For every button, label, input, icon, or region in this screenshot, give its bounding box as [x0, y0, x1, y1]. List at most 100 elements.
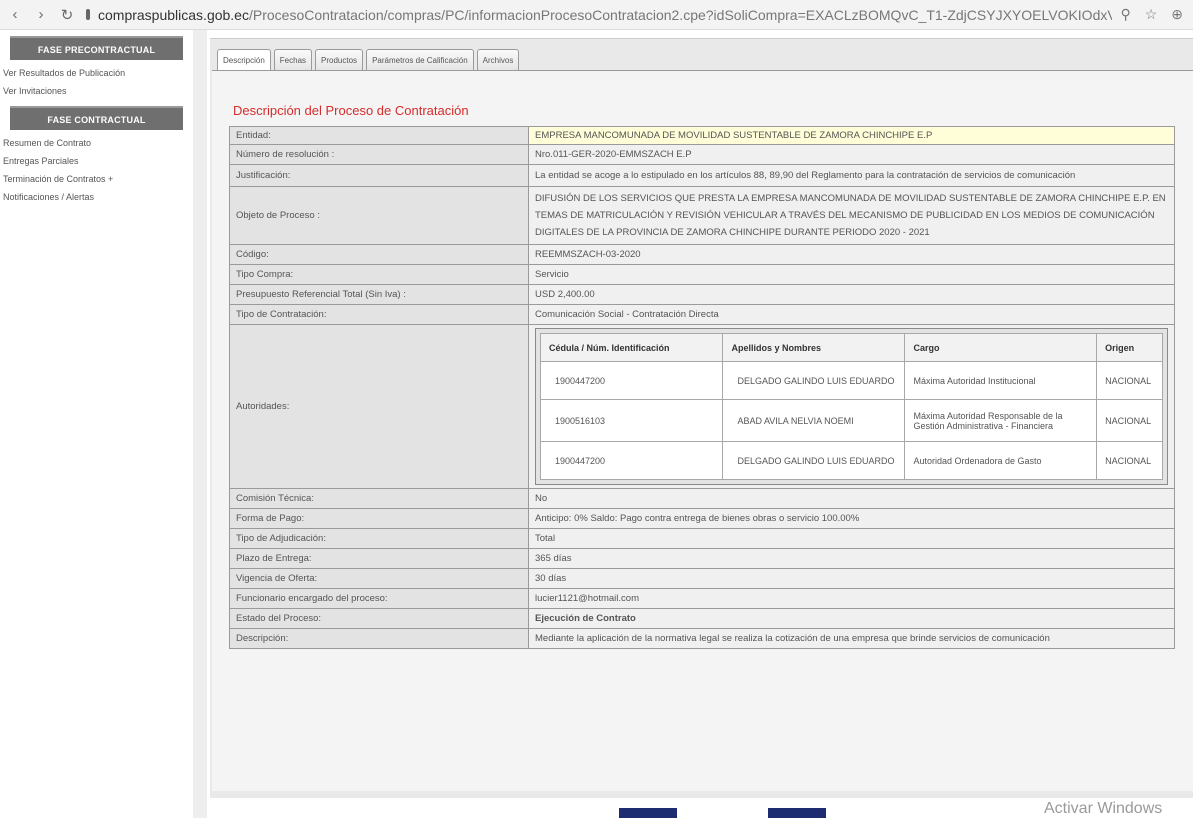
detail-row: Plazo de Entrega: 365 días: [229, 548, 1175, 569]
row-value: USD 2,400.00: [528, 284, 1175, 305]
row-label: Presupuesto Referencial Total (Sin Iva) …: [229, 284, 529, 305]
row-value: Nro.011-GER-2020-EMMSZACH E.P: [528, 144, 1175, 165]
detail-row: Tipo de Adjudicación: Total: [229, 528, 1175, 549]
row-value: Comunicación Social - Contratación Direc…: [528, 304, 1175, 325]
row-label: Vigencia de Oferta:: [229, 568, 529, 589]
row-value: Total: [528, 528, 1175, 549]
windows-activation-watermark: Activar Windows: [1044, 800, 1163, 817]
row-label: Forma de Pago:: [229, 508, 529, 529]
tab-2[interactable]: Productos: [315, 49, 364, 71]
row-label: Autoridades:: [229, 324, 529, 489]
row-label: Descripción:: [229, 628, 529, 649]
sidebar-divider: [193, 30, 207, 818]
row-value: Anticipo: 0% Saldo: Pago contra entrega …: [528, 508, 1175, 529]
authorities-table: Cédula / Núm. Identificación Apellidos y …: [539, 333, 1163, 480]
detail-row: Funcionario encargado del proceso: lucier…: [229, 588, 1175, 609]
authorities-header-row: Cédula / Núm. Identificación Apellidos y …: [539, 333, 1163, 362]
row-label: Código:: [229, 244, 529, 265]
detail-row: Número de resolución : Nro.011-GER-2020-E…: [229, 144, 1175, 165]
row-label: Entidad:: [229, 126, 529, 145]
row-label: Tipo Compra:: [229, 264, 529, 285]
authorities-cell: Cédula / Núm. Identificación Apellidos y …: [528, 324, 1175, 489]
nav-button-next[interactable]: [768, 808, 826, 818]
authority-cell: NACIONAL: [1096, 399, 1163, 442]
detail-row: Tipo Compra: Servicio: [229, 264, 1175, 285]
sidebar-link[interactable]: Resumen de Contrato: [0, 134, 193, 152]
authorities-header: Origen: [1096, 333, 1163, 362]
detail-row: Justificación: La entidad se acoge a lo e…: [229, 164, 1175, 187]
row-label: Número de resolución :: [229, 144, 529, 165]
sidebar-link[interactable]: Entregas Parciales: [0, 152, 193, 170]
tab-1[interactable]: Fechas: [273, 49, 313, 71]
section-title: Descripción del Proceso de Contratación: [233, 103, 469, 118]
detail-row: Entidad: EMPRESA MANCOMUNADA DE MOVILIDAD…: [229, 126, 1175, 145]
forward-button[interactable]: ›: [30, 4, 52, 26]
tab-3[interactable]: Parámetros de Calificación: [366, 49, 474, 71]
authority-cell: NACIONAL: [1096, 361, 1163, 400]
tab-divider: [212, 70, 1193, 71]
row-label: Estado del Proceso:: [229, 608, 529, 629]
detail-row: Estado del Proceso: Ejecución de Contrato: [229, 608, 1175, 629]
sidebar-section-header: FASE CONTRACTUAL: [10, 106, 183, 130]
row-value: La entidad se acoge a lo estipulado en l…: [528, 164, 1175, 187]
tab-0[interactable]: Descripción: [217, 49, 271, 71]
sidebar: FASE PRECONTRACTUAL Ver Resultados de Pub…: [0, 30, 193, 818]
url-path: /ProcesoContratacion/compras/PC/informac…: [248, 6, 1113, 23]
reload-button[interactable]: ↻: [56, 4, 78, 26]
row-value: DIFUSIÓN DE LOS SERVICIOS QUE PRESTA LA …: [528, 186, 1175, 245]
browser-toolbar: ‹ › ↻ compraspublicas.gob.ec /ProcesoCon…: [0, 0, 1193, 30]
authority-row: 1900447200 DELGADO GALINDO LUIS EDUARDO Má…: [539, 361, 1163, 400]
url-domain: compraspublicas.gob.ec: [98, 6, 249, 23]
detail-row: Tipo de Contratación: Comunicación Social…: [229, 304, 1175, 325]
authority-cell: 1900516103: [539, 399, 724, 442]
tab-bar: Descripción Fechas Productos Parámetros de …: [217, 49, 520, 71]
authority-cell: Máxima Autoridad Institucional: [904, 361, 1098, 400]
authority-cell: NACIONAL: [1096, 441, 1163, 480]
row-value: Mediante la aplicación de la normativa l…: [528, 628, 1175, 649]
row-label: Tipo de Adjudicación:: [229, 528, 529, 549]
row-label: Funcionario encargado del proceso:: [229, 588, 529, 609]
authority-cell: DELGADO GALINDO LUIS EDUARDO: [722, 361, 906, 400]
sidebar-link[interactable]: Notificaciones / Alertas: [0, 188, 193, 206]
authority-cell: DELGADO GALINDO LUIS EDUARDO: [722, 441, 906, 480]
authority-row: 1900516103 ABAD AVILA NELVIA NOEMI Máxima …: [539, 399, 1163, 442]
detail-row: Forma de Pago: Anticipo: 0% Saldo: Pago c…: [229, 508, 1175, 529]
sidebar-link[interactable]: Ver Invitaciones: [0, 82, 193, 100]
authority-cell: Autoridad Ordenadora de Gasto: [904, 441, 1098, 480]
authority-row: 1900447200 DELGADO GALINDO LUIS EDUARDO Au…: [539, 441, 1163, 480]
row-value: No: [528, 488, 1175, 509]
detail-row: Presupuesto Referencial Total (Sin Iva) …: [229, 284, 1175, 305]
row-value: 365 días: [528, 548, 1175, 569]
lock-icon: [86, 9, 90, 20]
authority-cell: ABAD AVILA NELVIA NOEMI: [722, 399, 906, 442]
row-value: REEMMSZACH-03-2020: [528, 244, 1175, 265]
address-bar[interactable]: compraspublicas.gob.ec /ProcesoContratac…: [86, 4, 1112, 26]
authorities-row: Autoridades: Cédula / Núm. Identificación…: [229, 324, 1175, 489]
extension-icon[interactable]: ⊕: [1171, 6, 1183, 23]
authorities-wrapper: Cédula / Núm. Identificación Apellidos y …: [535, 328, 1168, 485]
authority-cell: Máxima Autoridad Responsable de la Gesti…: [904, 399, 1098, 442]
row-label: Plazo de Entrega:: [229, 548, 529, 569]
sidebar-link[interactable]: Terminación de Contratos +: [0, 170, 193, 188]
row-label: Objeto de Proceso :: [229, 186, 529, 245]
sidebar-section-header: FASE PRECONTRACTUAL: [10, 36, 183, 60]
row-label: Tipo de Contratación:: [229, 304, 529, 325]
detail-row: Objeto de Proceso : DIFUSIÓN DE LOS SERVI…: [229, 186, 1175, 245]
nav-button-prev[interactable]: [619, 808, 677, 818]
authority-cell: 1900447200: [539, 441, 724, 480]
row-value: lucier1121@hotmail.com: [528, 588, 1175, 609]
row-label: Justificación:: [229, 164, 529, 187]
row-value: EMPRESA MANCOMUNADA DE MOVILIDAD SUSTENT…: [528, 126, 1175, 145]
tab-4[interactable]: Archivos: [476, 49, 520, 71]
back-button[interactable]: ‹: [4, 4, 26, 26]
row-value: Servicio: [528, 264, 1175, 285]
star-icon[interactable]: ☆: [1145, 6, 1158, 23]
sidebar-link[interactable]: Ver Resultados de Publicación: [0, 64, 193, 82]
detail-row: Código: REEMMSZACH-03-2020: [229, 244, 1175, 265]
row-value: 30 días: [528, 568, 1175, 589]
authority-cell: 1900447200: [539, 361, 724, 400]
detail-row: Descripción: Mediante la aplicación de la…: [229, 628, 1175, 649]
process-details-table: Entidad: EMPRESA MANCOMUNADA DE MOVILIDAD…: [229, 126, 1175, 649]
search-icon[interactable]: ⚲: [1120, 6, 1130, 23]
row-value: Ejecución de Contrato: [528, 608, 1175, 629]
